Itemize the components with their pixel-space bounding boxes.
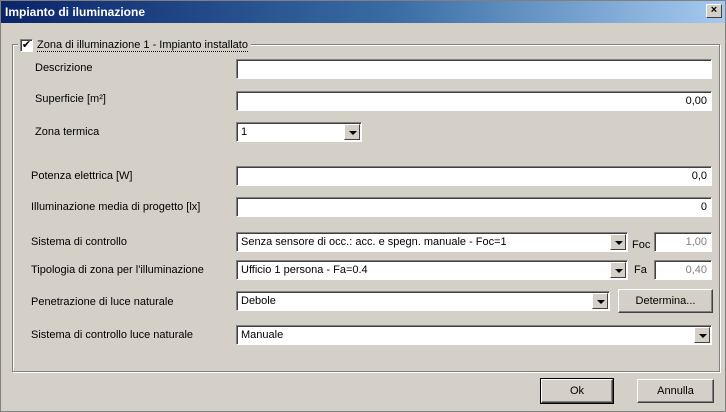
zona-termica-label: Zona termica <box>35 126 100 138</box>
sistema-controllo-label: Sistema di controllo <box>31 236 127 248</box>
zone-checkbox[interactable]: ✔ <box>20 38 33 52</box>
sistema-luce-label: Sistema di controllo luce naturale <box>31 329 194 341</box>
zona-termica-select[interactable]: 1 <box>236 122 362 142</box>
window-title: Impianto di iluminazione <box>5 5 146 19</box>
chevron-down-icon[interactable] <box>694 327 710 343</box>
fa-input: 0,40 <box>654 260 712 280</box>
illuminazione-label: Illuminazione media di progetto [lx] <box>31 201 201 213</box>
chevron-down-icon[interactable] <box>344 124 360 140</box>
tipologia-select[interactable]: Ufficio 1 persona - Fa=0.4 <box>236 260 628 280</box>
foc-label: Foc <box>632 239 651 251</box>
descrizione-label: Descrizione <box>35 62 93 74</box>
close-icon[interactable]: × <box>706 4 722 18</box>
title-bar[interactable]: Impianto di iluminazione × <box>1 1 725 23</box>
descrizione-input[interactable] <box>236 59 712 79</box>
potenza-label: Potenza elettrica [W] <box>31 170 133 182</box>
zone-checkbox-label: Zona di illuminazione 1 - Impianto insta… <box>37 38 248 52</box>
illuminazione-input[interactable]: 0 <box>236 197 712 217</box>
penetrazione-value: Debole <box>241 295 276 307</box>
group-legend[interactable]: ✔ Zona di illuminazione 1 - Impianto ins… <box>18 38 251 52</box>
chevron-down-icon[interactable] <box>610 262 626 278</box>
superficie-input[interactable]: 0,00 <box>236 91 712 111</box>
sistema-luce-select[interactable]: Manuale <box>236 325 712 345</box>
tipologia-value: Ufficio 1 persona - Fa=0.4 <box>241 264 368 276</box>
superficie-label: Superficie [m²] <box>35 93 106 105</box>
determina-button[interactable]: Determina... <box>618 289 713 313</box>
chevron-down-icon[interactable] <box>592 293 608 309</box>
chevron-down-icon[interactable] <box>610 234 626 250</box>
sistema-luce-value: Manuale <box>241 329 284 341</box>
zona-termica-value: 1 <box>241 126 248 138</box>
potenza-input[interactable]: 0,0 <box>236 166 712 186</box>
ok-button[interactable]: Ok <box>540 378 614 404</box>
penetrazione-select[interactable]: Debole <box>236 291 610 311</box>
fa-label: Fa <box>634 264 647 276</box>
dialog-window: Impianto di iluminazione × ✔ Zona di ill… <box>0 0 726 412</box>
foc-input: 1,00 <box>654 232 712 252</box>
sistema-controllo-select[interactable]: Senza sensore di occ.: acc. e spegn. man… <box>236 232 628 252</box>
sistema-controllo-value: Senza sensore di occ.: acc. e spegn. man… <box>241 236 507 248</box>
annulla-button[interactable]: Annulla <box>637 379 714 403</box>
penetrazione-label: Penetrazione di luce naturale <box>31 296 174 308</box>
tipologia-label: Tipologia di zona per l'illuminazione <box>31 264 204 276</box>
